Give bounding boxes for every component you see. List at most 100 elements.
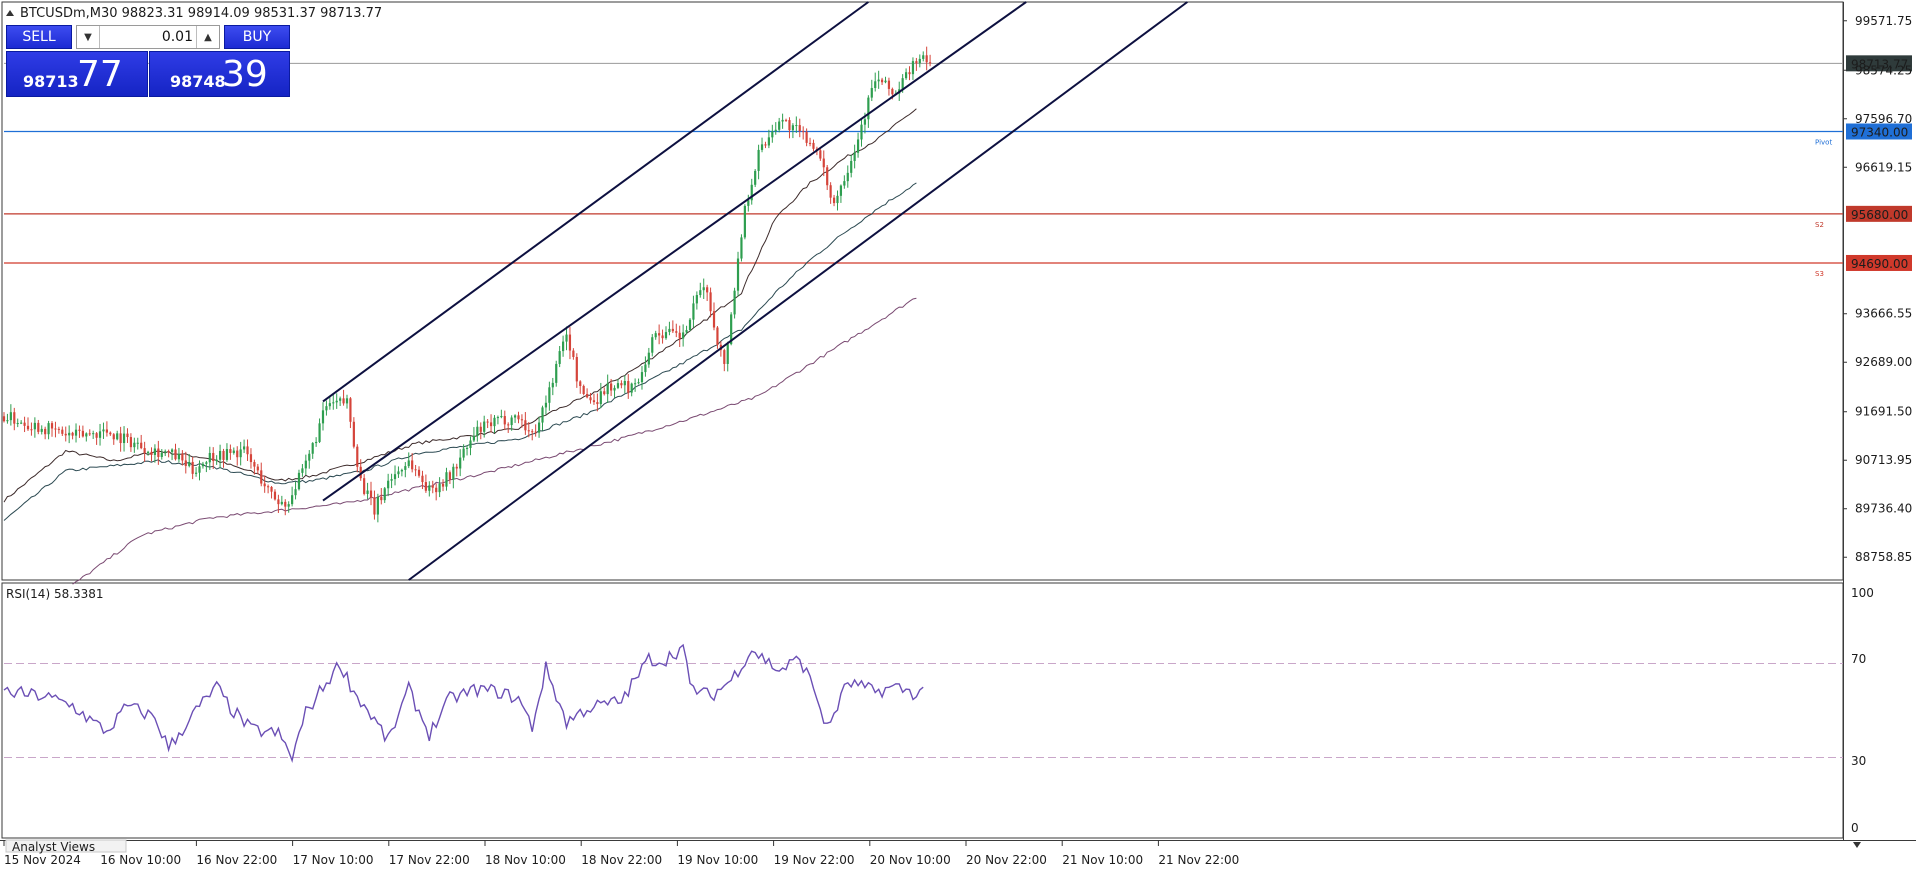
candle-body: [891, 88, 894, 95]
bid-price-box[interactable]: 98713 77: [6, 51, 148, 97]
candle-body: [929, 62, 932, 64]
candle-body: [321, 410, 325, 424]
candle-body: [623, 380, 626, 386]
y-tick-label: 91691.50: [1855, 405, 1912, 419]
candle-body: [366, 490, 369, 494]
candle-body: [448, 472, 451, 480]
lot-decrease-icon[interactable]: ▼: [77, 26, 100, 48]
ask-price-box[interactable]: 98748 39: [149, 51, 290, 97]
candle-body: [757, 149, 760, 171]
candle-body: [695, 295, 698, 304]
candle-body: [23, 422, 26, 426]
sell-button[interactable]: SELL: [6, 25, 72, 49]
trend-channel-line[interactable]: [322, 1, 869, 403]
x-tick-label: 20 Nov 10:00: [870, 853, 951, 867]
candle-body: [640, 372, 644, 383]
candle-body: [294, 489, 297, 496]
candle-body: [373, 497, 376, 515]
candle-body: [170, 449, 174, 452]
candle-body: [352, 421, 355, 447]
candle-body: [177, 453, 181, 460]
candle-body: [853, 152, 856, 161]
candle-body: [153, 448, 157, 455]
candle-body: [146, 451, 150, 453]
candle-body: [417, 469, 421, 476]
candle-body: [692, 303, 695, 320]
candle-body: [520, 419, 524, 421]
candle-body: [723, 350, 726, 364]
candle-body: [263, 483, 266, 487]
candle-body: [812, 142, 815, 149]
candle-body: [411, 460, 414, 470]
y-tick-label: 89736.40: [1855, 502, 1912, 516]
candle-body: [706, 287, 709, 293]
candle-body: [363, 478, 366, 494]
candle-body: [249, 454, 253, 463]
y-tick-label: 98574.25: [1855, 63, 1912, 77]
candle-body: [572, 350, 575, 357]
candle-body: [47, 423, 50, 435]
trend-channel-line[interactable]: [322, 1, 1027, 502]
candle-body: [20, 422, 23, 424]
candle-body: [400, 469, 403, 472]
candle-body: [232, 450, 235, 453]
candle-body: [40, 428, 43, 432]
y-tick-label: 88758.85: [1855, 550, 1912, 564]
rsi-label: RSI(14) 58.3381: [6, 587, 104, 601]
candle-body: [174, 449, 177, 460]
candle-body: [57, 428, 60, 430]
candle-body: [184, 460, 187, 466]
candle-body: [160, 452, 163, 457]
candle-body: [198, 466, 201, 473]
candle-body: [208, 452, 211, 463]
candle-body: [658, 333, 661, 336]
candle-body: [304, 460, 307, 469]
candle-body: [534, 431, 537, 433]
candle-body: [194, 472, 198, 474]
candle-body: [836, 195, 839, 204]
candle-body: [860, 124, 863, 140]
candle-body: [345, 398, 349, 404]
bid-price-big: 77: [77, 54, 123, 95]
x-tick-label: 15 Nov 2024: [4, 853, 81, 867]
candle-body: [291, 495, 294, 505]
candle-body: [754, 170, 757, 185]
candle-body: [33, 422, 36, 430]
candle-body: [414, 469, 417, 471]
candle-body: [387, 480, 390, 489]
candle-body: [702, 287, 705, 291]
candle-body: [767, 137, 770, 146]
candle-body: [462, 448, 465, 458]
candle-body: [157, 448, 160, 457]
candle-body: [143, 448, 146, 453]
candle-body: [225, 449, 229, 460]
candle-body: [140, 442, 143, 449]
trend-channel-line[interactable]: [408, 1, 1188, 581]
level-s3-name: S3: [1815, 270, 1824, 278]
candle-body: [634, 383, 637, 385]
rsi-level-30: 30: [1851, 754, 1866, 768]
candle-body: [13, 412, 16, 424]
lot-increase-icon[interactable]: ▲: [196, 26, 219, 48]
buy-button[interactable]: BUY: [224, 25, 290, 49]
candle-body: [205, 462, 208, 464]
candle-body: [575, 356, 578, 382]
candle-body: [843, 181, 846, 186]
candle-body: [465, 447, 469, 449]
candle-body: [164, 451, 167, 453]
candle-body: [356, 446, 359, 467]
candle-body: [30, 429, 33, 431]
candle-body: [908, 72, 911, 75]
candle-body: [26, 425, 30, 430]
candle-body: [452, 466, 455, 480]
level-s3-label: 94690.00: [1851, 257, 1908, 271]
collapse-triangle-icon[interactable]: [6, 10, 14, 16]
candle-body: [911, 61, 915, 75]
candle-body: [915, 61, 918, 64]
lot-size-value[interactable]: 0.01: [101, 29, 193, 45]
candle-body: [579, 381, 582, 386]
scroll-down-icon[interactable]: [1853, 842, 1861, 848]
candle-body: [561, 341, 565, 352]
lot-size-input[interactable]: ▼ 0.01 ▲: [76, 25, 220, 49]
candle-body: [181, 453, 184, 461]
